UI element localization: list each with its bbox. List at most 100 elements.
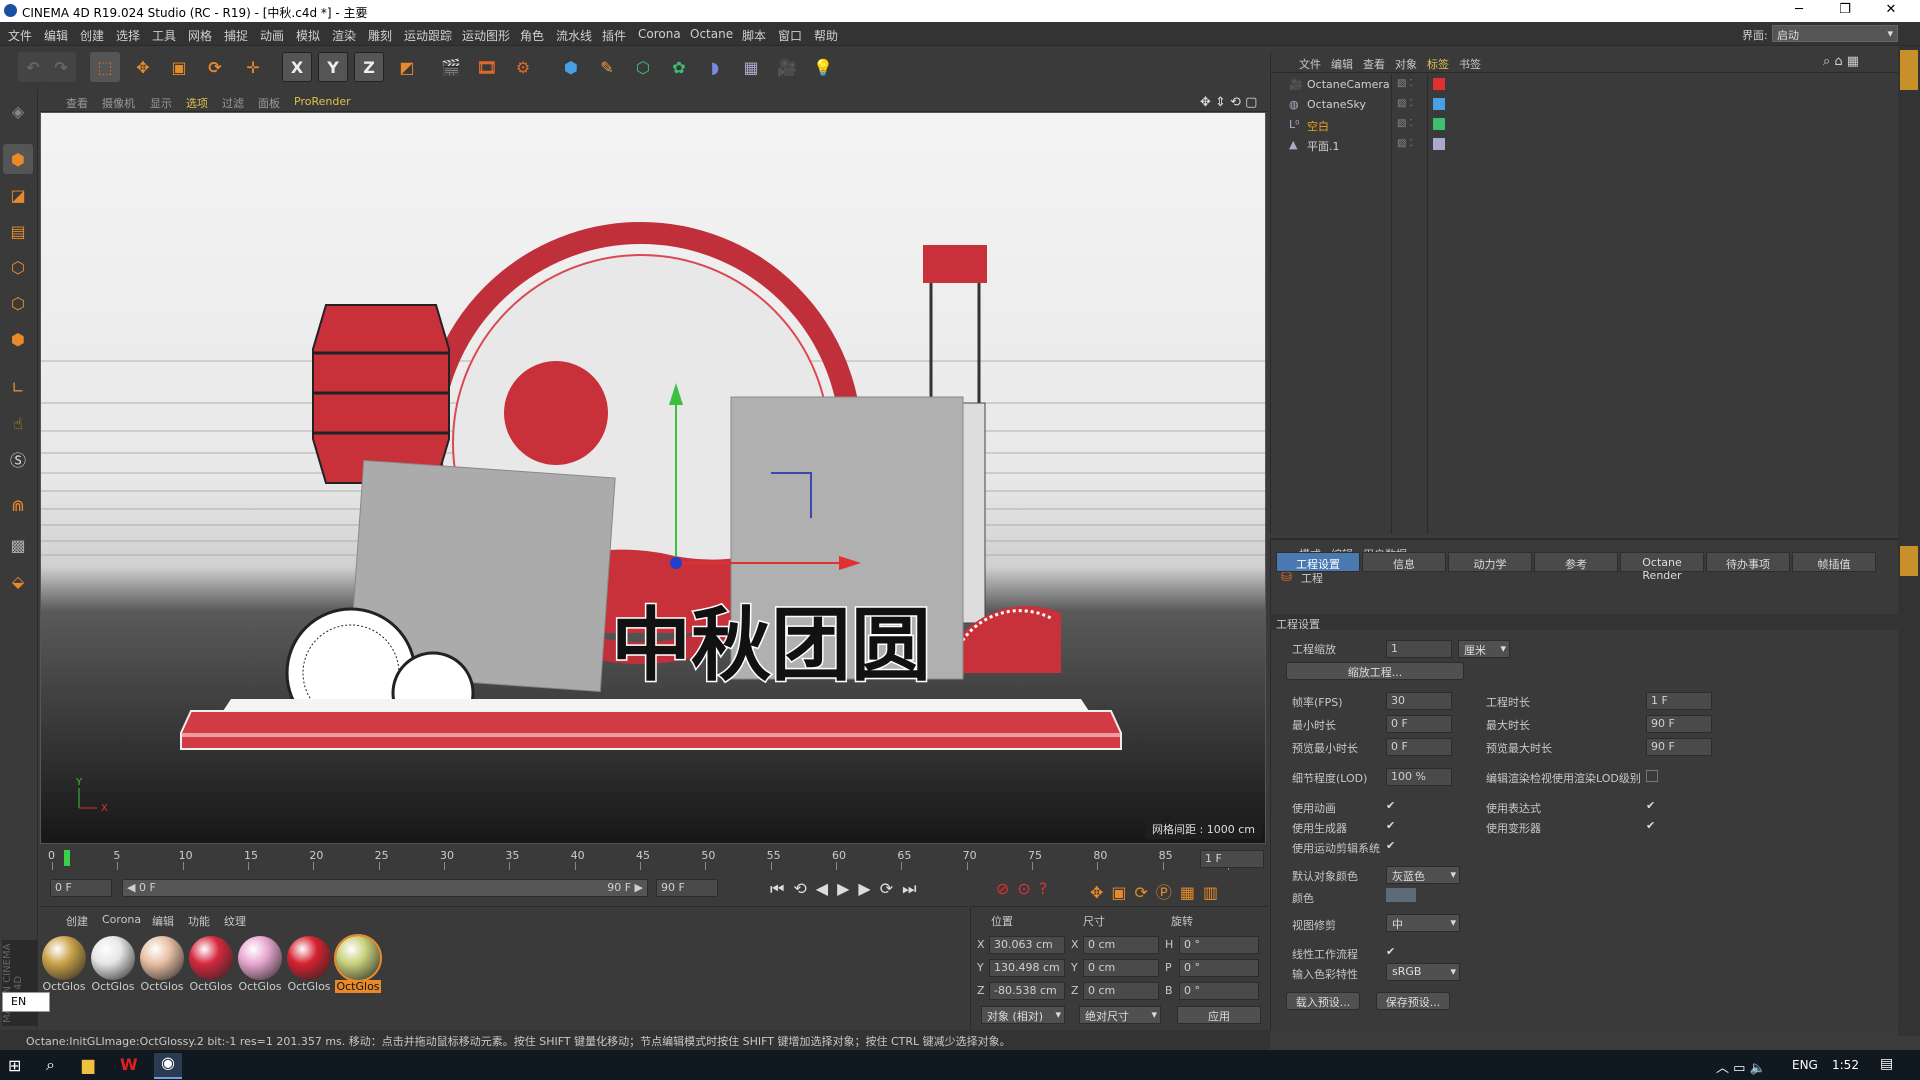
object-tag-icon[interactable] [1433,138,1445,150]
side-tab-attributes[interactable] [1900,546,1918,576]
axis-mode-icon[interactable]: ∟ [3,372,33,402]
notifications-icon[interactable]: ▤ [1880,1056,1893,1072]
tray-language[interactable]: ENG [1792,1058,1818,1072]
viewport-navigation-icons[interactable]: ✥ ⇕ ⟲ ▢ [1200,95,1257,110]
color-swatch[interactable] [1386,888,1416,902]
x-axis-lock-button[interactable]: X [282,52,312,82]
obj-menu-tags[interactable]: 标签 [1427,56,1449,72]
material-label[interactable]: OctGlos [335,980,381,993]
menu-octane[interactable]: Octane [690,27,733,41]
mat-menu-corona[interactable]: Corona [102,913,141,926]
material-ball[interactable] [238,936,282,980]
mat-menu-create[interactable]: 创建 [66,913,88,929]
coordinate-system-icon[interactable]: ◩ [392,52,422,82]
menu-pipeline[interactable]: 流水线 [556,27,592,44]
size-mode-select[interactable]: 绝对尺寸 ▾ [1079,1006,1161,1024]
menu-tools[interactable]: 工具 [152,27,176,44]
tab-reference[interactable]: 参考 [1534,552,1618,572]
menu-window[interactable]: 窗口 [778,27,802,44]
viewport-menu-view[interactable]: 查看 [66,95,88,111]
camera-icon[interactable]: 🎥 [772,52,802,82]
menu-corona[interactable]: Corona [638,27,681,41]
obj-menu-bookmarks[interactable]: 书签 [1459,56,1481,72]
use-motion-checkbox[interactable]: ✔ [1386,840,1398,852]
points-mode-icon[interactable]: ⬡ [3,252,33,282]
render-lod-checkbox[interactable] [1646,770,1658,782]
tab-todo[interactable]: 待办事项 [1706,552,1790,572]
fps-field[interactable]: 30 [1386,692,1452,710]
default-color-select[interactable]: 灰蓝色 ▾ [1386,866,1460,884]
use-expressions-checkbox[interactable]: ✔ [1646,800,1658,812]
use-deformers-checkbox[interactable]: ✔ [1646,820,1658,832]
cloner-icon[interactable]: ✿ [664,52,694,82]
position-field[interactable]: 30.063 cm [989,936,1065,954]
object-row[interactable] [1271,116,1899,136]
rotation-field[interactable]: 0 ° [1179,936,1259,954]
size-field[interactable]: 0 cm [1083,959,1159,977]
menu-select[interactable]: 选择 [116,27,140,44]
search-icon[interactable]: ⌕ [46,1055,55,1075]
cinema4d-taskbar-icon[interactable]: ◉ [154,1053,182,1079]
viewport-menu-options[interactable]: 选项 [186,95,208,111]
material-label[interactable]: OctGlos [286,980,332,993]
max-time-field[interactable]: 90 F [1646,715,1712,733]
pen-icon[interactable]: ✎ [592,52,622,82]
rotate-icon[interactable]: ⟳ [200,52,230,82]
deformer-icon[interactable]: ◗ [700,52,730,82]
undo-icon[interactable]: ↶ [18,52,48,82]
tray-icons[interactable]: ︿ ▭ 🔈 [1716,1057,1766,1076]
end-frame-field[interactable]: 90 F [656,879,718,897]
menu-motion-tracking[interactable]: 运动跟踪 [404,27,452,44]
menu-mograph[interactable]: 运动图形 [462,27,510,44]
playhead[interactable] [64,850,70,866]
obj-menu-view[interactable]: 查看 [1363,56,1385,72]
size-field[interactable]: 0 cm [1083,982,1159,1000]
viewport-3d[interactable]: 中秋团圆 Y X 网格间距 : 1000 cm [40,112,1266,844]
workplane-icon[interactable]: ▤ [3,216,33,246]
position-field[interactable]: -80.538 cm [989,982,1065,1000]
viewport-menu-display[interactable]: 显示 [150,95,172,111]
material-label[interactable]: OctGlos [188,980,234,993]
min-time-field[interactable]: 0 F [1386,715,1452,733]
lod-field[interactable]: 100 % [1386,768,1452,786]
mat-menu-function[interactable]: 功能 [188,913,210,929]
solo-icon[interactable]: Ⓢ [3,444,33,474]
save-preset-button[interactable]: 保存预设... [1376,992,1450,1010]
obj-menu-edit[interactable]: 编辑 [1331,56,1353,72]
material-ball[interactable] [189,936,233,980]
use-generators-checkbox[interactable]: ✔ [1386,820,1398,832]
tab-info[interactable]: 信息 [1362,552,1446,572]
menu-simulate[interactable]: 模拟 [296,27,320,44]
object-name[interactable]: 平面.1 [1307,138,1340,154]
redo-icon[interactable]: ↷ [46,52,76,82]
maximize-button[interactable]: ❐ [1822,2,1868,20]
edges-mode-icon[interactable]: ⬡ [3,288,33,318]
render-view-icon[interactable]: 🎬 [436,52,466,82]
file-explorer-icon[interactable]: ▆ [82,1055,94,1074]
menu-snap[interactable]: 捕捉 [224,27,248,44]
material-ball[interactable] [91,936,135,980]
y-axis-lock-button[interactable]: Y [318,52,348,82]
menu-file[interactable]: 文件 [8,27,32,44]
model-mode-icon[interactable]: ⬢ [3,144,33,174]
menu-animate[interactable]: 动画 [260,27,284,44]
tab-frame-interpolation[interactable]: 帧插值 [1792,552,1876,572]
menu-mesh[interactable]: 网格 [188,27,212,44]
floor-icon[interactable]: ▦ [736,52,766,82]
scale-unit-select[interactable]: 厘米 ▾ [1458,640,1510,658]
polygons-mode-icon[interactable]: ⬢ [3,324,33,354]
current-frame-field[interactable]: 1 F [1200,850,1264,868]
tab-project-settings[interactable]: 工程设置 [1276,552,1360,572]
object-name[interactable]: 空白 [1307,118,1329,134]
rotation-field[interactable]: 0 ° [1179,959,1259,977]
render-picture-viewer-icon[interactable]: 🎞 [472,52,502,82]
texture-mode-icon[interactable]: ◪ [3,180,33,210]
scale-icon[interactable]: ▣ [164,52,194,82]
side-tab-active[interactable] [1900,50,1918,90]
use-animation-checkbox[interactable]: ✔ [1386,800,1398,812]
input-language-indicator[interactable]: EN [2,992,50,1012]
object-tag-icon[interactable] [1433,78,1445,90]
live-select-icon[interactable]: ⬚ [90,52,120,82]
layout-select[interactable]: 启动 ▾ [1772,25,1898,42]
material-ball[interactable] [42,936,86,980]
